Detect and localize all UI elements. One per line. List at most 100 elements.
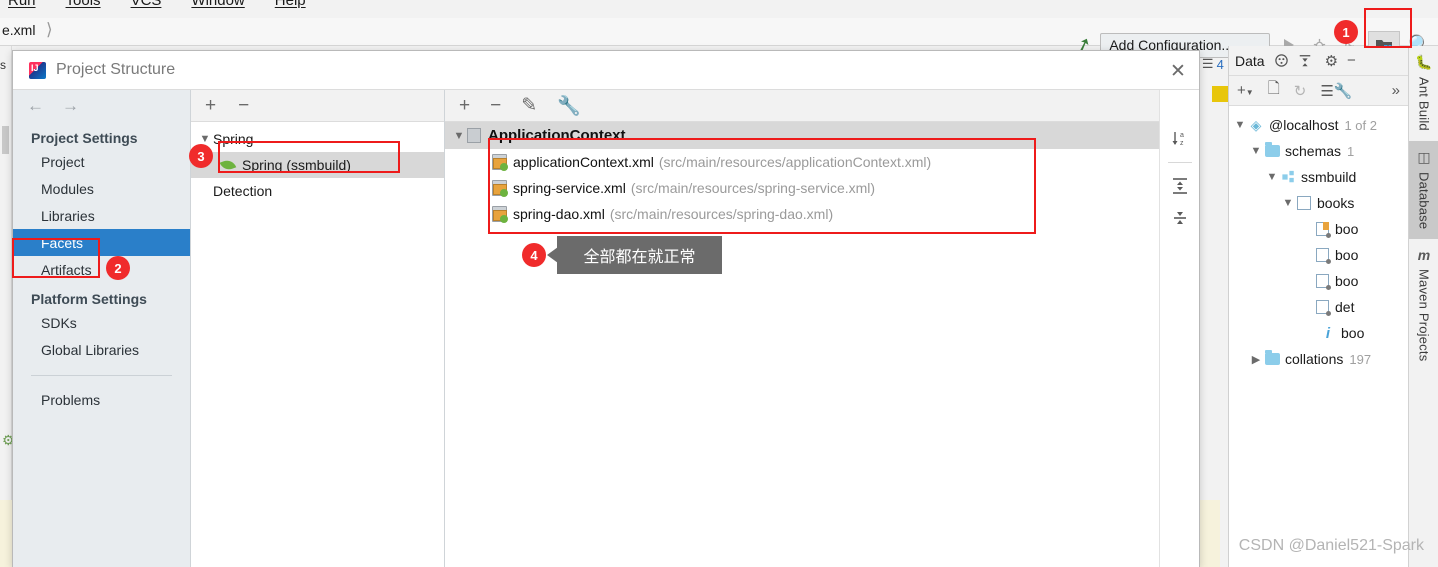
tooltip: 全部都在就正常 [557,236,722,274]
menu-item-help[interactable]: Help [275,0,306,9]
plus-dropdown-icon[interactable]: +▼ [1237,82,1254,99]
chevron-right-icon[interactable]: ▶ [1249,353,1263,366]
sort-alpha-icon[interactable]: az [1171,130,1189,148]
wrench-icon[interactable]: 🔧 [557,94,581,118]
breadcrumb[interactable]: e.xml [2,22,35,38]
arrow-right-icon[interactable]: → [62,96,79,116]
plus-icon[interactable]: + [459,95,470,117]
chevron-down-icon[interactable]: ▼ [1249,145,1263,157]
config-file-row[interactable]: spring-dao.xml (src/main/resources/sprin… [445,201,1159,227]
chevron-down-icon[interactable]: ▼ [1281,197,1295,209]
db-node-label: books [1317,195,1355,211]
tab-ant-build[interactable]: 🐛 Ant Build [1409,46,1438,141]
application-context-node[interactable]: ▼ ApplicationContext [445,122,1159,149]
minus-icon[interactable]: − [490,95,501,117]
database-icon: ◫ [1417,148,1431,165]
sidebar-nav: ← → [13,90,190,122]
column-icon [1313,274,1331,290]
gear-icon[interactable]: ⚙ [1325,52,1338,70]
marker-badge-1: 1 [1334,20,1358,44]
menu-item-vcs[interactable]: VCS [131,0,162,9]
facets-list-panel: + − ▼ Spring Spring (ssmbuild) Detection [191,90,445,567]
db-node-label: schemas [1285,143,1342,159]
close-icon[interactable]: ✕ [1167,60,1189,82]
minimize-icon[interactable]: − [1347,52,1356,69]
pencil-icon[interactable]: ✎ [521,94,537,117]
db-tree-row-collations[interactable]: ▶ collations 197 [1229,346,1408,372]
tab-label: Maven Projects [1416,269,1432,362]
db-tree-row-ssmbuild[interactable]: ▼ ssmbuild [1229,164,1408,190]
sidebar-item-project[interactable]: Project [13,148,190,175]
refresh-icon[interactable]: ↻ [1294,82,1307,100]
project-structure-dialog: Project Structure ✕ ← → Project Settings… [12,50,1200,567]
facets-tree-row-spring-ssmbuild[interactable]: Spring (ssmbuild) [191,152,444,178]
target-icon[interactable] [1274,53,1289,68]
db-node-label: det [1335,299,1355,315]
db-tree-row-schemas[interactable]: ▼ schemas 1 [1229,138,1408,164]
query-console-icon[interactable]: ☰🔧 [1320,82,1352,100]
chevron-down-icon[interactable]: ▼ [1233,119,1247,131]
db-tree-row-column[interactable]: det [1229,294,1408,320]
maven-icon: m [1417,247,1431,264]
facets-node-label: Spring (ssmbuild) [242,157,351,173]
marker-badge-4: 4 [522,243,546,267]
collapse-all-icon[interactable] [1171,209,1189,227]
sidebar-item-sdks[interactable]: SDKs [13,309,190,336]
chevron-double-right-icon[interactable]: » [1392,82,1400,99]
config-file-row[interactable]: spring-service.xml (src/main/resources/s… [445,175,1159,201]
menu-item-tools[interactable]: Tools [66,0,101,9]
tab-database[interactable]: ◫ Database [1409,140,1438,240]
right-tool-tabs: 🐛 Ant Build ◫ Database m Maven Projects [1408,46,1438,567]
plus-icon[interactable]: + [205,95,216,117]
facets-tree-row-spring[interactable]: ▼ Spring [191,126,444,152]
left-strip-handle[interactable] [2,126,9,154]
menu-item-window[interactable]: Window [191,0,244,9]
chevron-down-icon[interactable]: ▼ [1265,171,1279,183]
db-tree-row-index[interactable]: i boo [1229,320,1408,346]
svg-text:a: a [1180,132,1184,139]
db-node-label: collations [1285,351,1344,367]
xml-file-icon [492,154,508,171]
sidebar-item-problems[interactable]: Problems [13,386,190,413]
folder-icon [1263,350,1281,365]
dialog-title: Project Structure [56,61,176,78]
sidebar-item-global-libraries[interactable]: Global Libraries [13,336,190,363]
tab-label: Database [1416,171,1432,230]
breadcrumb-chevron-icon: ⟩ [46,20,53,39]
db-tree-row-column[interactable]: boo [1229,268,1408,294]
menu-item-run[interactable]: Run [8,0,36,9]
arrow-left-icon[interactable]: ← [27,96,44,116]
facet-detail-toolbar: + − ✎ 🔧 [445,90,1159,122]
ide-menu-bar: Run Tools VCS Window Help [0,0,1438,18]
db-tree-row-column[interactable]: boo [1229,216,1408,242]
side-tools-divider [1167,162,1192,163]
facets-tree-row-detection[interactable]: Detection [191,178,444,204]
sidebar-item-facets[interactable]: Facets [13,229,190,256]
config-file-name: spring-dao.xml [513,206,605,222]
xml-file-icon [492,180,508,197]
expand-all-icon[interactable] [1171,177,1189,195]
config-file-row[interactable]: applicationContext.xml (src/main/resourc… [445,149,1159,175]
column-icon [1313,300,1331,316]
left-bottom-strip [0,500,12,567]
copy-icon[interactable]: 🗋 [1268,78,1280,103]
db-node-label: @localhost [1269,117,1339,133]
tab-maven-projects[interactable]: m Maven Projects [1409,239,1438,371]
sidebar-item-modules[interactable]: Modules [13,175,190,202]
spring-leaf-icon [219,157,237,173]
collapse-icon[interactable] [1298,54,1312,68]
db-tree-row-column[interactable]: boo [1229,242,1408,268]
chevron-down-icon[interactable]: ▼ [451,130,467,142]
db-tree-row-localhost[interactable]: ▼ ◈ @localhost 1 of 2 [1229,112,1408,138]
facets-toolbar: + − [191,90,444,122]
sidebar-divider [31,375,172,376]
dialog-title-bar: Project Structure ✕ [13,51,1199,89]
db-node-label: boo [1335,247,1359,263]
left-tool-strip [0,46,12,567]
sidebar-item-artifacts[interactable]: Artifacts [13,256,190,283]
minus-icon[interactable]: − [238,95,249,117]
sidebar-item-libraries[interactable]: Libraries [13,202,190,229]
datasource-icon: ◈ [1250,116,1262,133]
index-info-icon: i [1325,324,1331,342]
db-tree-row-books[interactable]: ▼ books [1229,190,1408,216]
